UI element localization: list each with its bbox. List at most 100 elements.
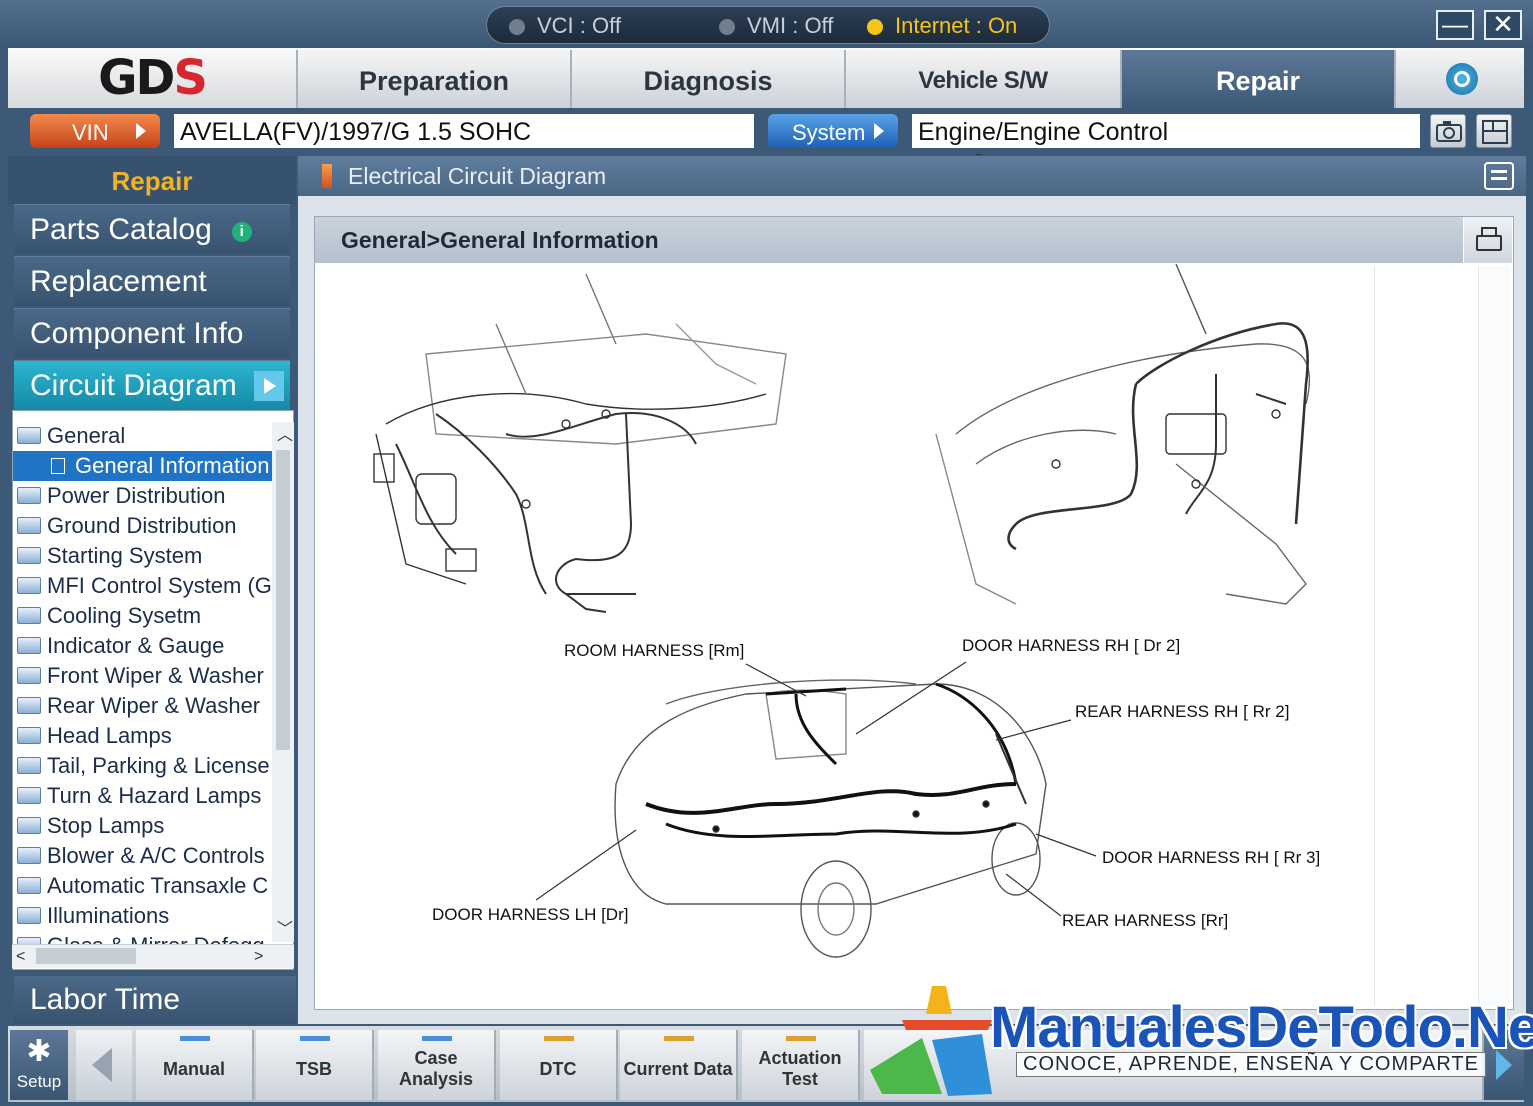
chevron-down-icon[interactable]: ﹀ [277, 922, 293, 938]
tree-node-label: Tail, Parking & License [47, 753, 270, 778]
search-button[interactable] [1394, 50, 1524, 108]
tree-node-label: Head Lamps [47, 723, 172, 748]
toolbar-prev-button[interactable] [76, 1030, 132, 1100]
tree-node[interactable]: Front Wiper & Washer [17, 661, 264, 691]
manual-button[interactable]: Manual [136, 1030, 254, 1100]
tree-node-label: Front Wiper & Washer [47, 663, 264, 688]
case-analysis-button[interactable]: Case Analysis [378, 1030, 496, 1100]
chevron-up-icon[interactable]: ︿ [277, 428, 293, 444]
folder-icon [17, 637, 41, 654]
diagram-label-door-rh-dr2: DOOR HARNESS RH [ Dr 2] [962, 636, 1181, 655]
tree-node[interactable]: Turn & Hazard Lamps [17, 781, 261, 811]
dtc-button[interactable]: DTC [500, 1030, 618, 1100]
folder-icon [17, 907, 41, 924]
sidebar-item-label: Component Info [30, 317, 244, 350]
document-icon [51, 458, 65, 474]
sidebar-item-labor-time[interactable]: Labor Time [14, 976, 296, 1024]
actuation-test-button-marker [786, 1036, 816, 1041]
tree-node[interactable]: Power Distribution [17, 481, 226, 511]
tree-node-label: Rear Wiper & Washer [47, 693, 261, 718]
sidebar-item-circuit-diagram[interactable]: Circuit Diagram [14, 360, 290, 410]
tree-node-general[interactable]: General [17, 421, 125, 451]
document-scrollbar[interactable] [1478, 266, 1510, 1006]
vmi-status-icon [719, 19, 735, 35]
case-analysis-button-marker [422, 1036, 452, 1041]
info-icon[interactable]: i [231, 222, 252, 242]
list-icon[interactable] [1484, 162, 1514, 190]
label-leaders [535, 661, 1097, 917]
sidebar-header: Repair [8, 156, 296, 204]
current-data-button[interactable]: Current Data [620, 1030, 738, 1100]
sidebar-item-parts-catalog[interactable]: Parts Catalog i [14, 204, 290, 254]
connection-status: VCI : Off VMI : Off Internet : On [486, 6, 1050, 44]
setup-button[interactable]: Setup [10, 1030, 68, 1100]
tree-node[interactable]: Blower & A/C Controls [17, 841, 265, 871]
folder-icon [17, 667, 41, 684]
tree-node[interactable]: Indicator & Gauge [17, 631, 224, 661]
folder-icon [17, 577, 41, 594]
tree-node[interactable]: Rear Wiper & Washer [17, 691, 260, 721]
tree-node[interactable]: Stop Lamps [17, 811, 164, 841]
vmi-status-text: VMI : Off [747, 13, 834, 38]
system-field[interactable]: Engine/Engine Control [912, 114, 1420, 148]
sidebar-item-component-info[interactable]: Component Info [14, 308, 290, 358]
header-marker [322, 164, 332, 188]
dtc-button-marker [544, 1036, 574, 1041]
close-button[interactable]: ✕ [1484, 10, 1522, 40]
tree-node-label: Automatic Transaxle C [47, 873, 269, 898]
tree-node[interactable]: Head Lamps [17, 721, 172, 751]
tree-node[interactable]: MFI Control System (G [17, 571, 272, 601]
folder-icon [17, 787, 41, 804]
dtc-button-label: DTC [539, 1058, 577, 1079]
manual-button-label: Manual [162, 1058, 225, 1079]
tsb-button-marker [300, 1036, 330, 1041]
print-button[interactable] [1464, 217, 1512, 263]
sidebar-item-label: Parts Catalog [30, 213, 212, 246]
tree-hscroll-thumb[interactable] [36, 948, 136, 964]
actuation-test-button[interactable]: Actuation Test [742, 1030, 860, 1100]
tree-node-label: Starting System [47, 543, 203, 568]
tree-scroll-thumb[interactable] [276, 450, 290, 750]
tree-node[interactable]: Tail, Parking & License [17, 751, 270, 781]
vci-status-icon [509, 19, 525, 35]
layout-icon-graphic [1482, 120, 1508, 144]
chevron-right-icon [254, 371, 284, 401]
tab-preparation[interactable]: Preparation [296, 50, 570, 108]
layout-icon[interactable] [1476, 114, 1512, 148]
dashboard-harness-right [935, 264, 1311, 605]
chevron-right-icon[interactable]: > [254, 949, 263, 965]
camera-icon-graphic [1436, 121, 1462, 142]
car-body-harness [614, 679, 1047, 958]
tree-node[interactable]: Illuminations [17, 901, 169, 931]
gds-logo: GD S [8, 48, 296, 108]
minimize-button[interactable]: — [1436, 10, 1474, 40]
tree-node-selected[interactable]: General Information [13, 451, 293, 481]
diagram-label-room-harness: ROOM HARNESS [Rm] [564, 641, 745, 660]
tree-node-label: Indicator & Gauge [47, 633, 225, 658]
tree-node-label: Stop Lamps [47, 813, 165, 838]
camera-icon[interactable] [1430, 114, 1466, 148]
tsb-button[interactable]: TSB [256, 1030, 374, 1100]
search-icon [1446, 63, 1478, 95]
folder-icon [17, 547, 41, 564]
circuit-tree: General General Information Power Distri… [12, 410, 294, 970]
tree-node[interactable]: Starting System [17, 541, 202, 571]
tab-diagnosis[interactable]: Diagnosis [570, 50, 844, 108]
chevron-left-icon[interactable]: < [16, 949, 25, 965]
folder-icon [17, 607, 41, 624]
folder-icon [17, 877, 41, 894]
tree-node[interactable]: Ground Distribution [17, 511, 237, 541]
tab-repair[interactable]: Repair [1120, 50, 1394, 108]
logo-text: GD [98, 50, 175, 106]
tree-node[interactable]: Cooling Sysetm [17, 601, 201, 631]
sidebar-item-replacement[interactable]: Replacement [14, 256, 290, 306]
system-button[interactable]: System [768, 114, 898, 148]
breadcrumb: General>General Information [315, 217, 1463, 263]
tree-node-label: General [47, 423, 126, 448]
case-analysis-button-label: Case Analysis [398, 1048, 474, 1089]
vin-button[interactable]: VIN [30, 114, 160, 148]
tree-node[interactable]: Automatic Transaxle C [17, 871, 268, 901]
tab-vehicle-sw-management[interactable]: Vehicle S/W Management [844, 50, 1120, 156]
vin-field[interactable]: AVELLA(FV)/1997/G 1.5 SOHC [174, 114, 754, 148]
tree-node-label: Blower & A/C Controls [47, 843, 265, 868]
